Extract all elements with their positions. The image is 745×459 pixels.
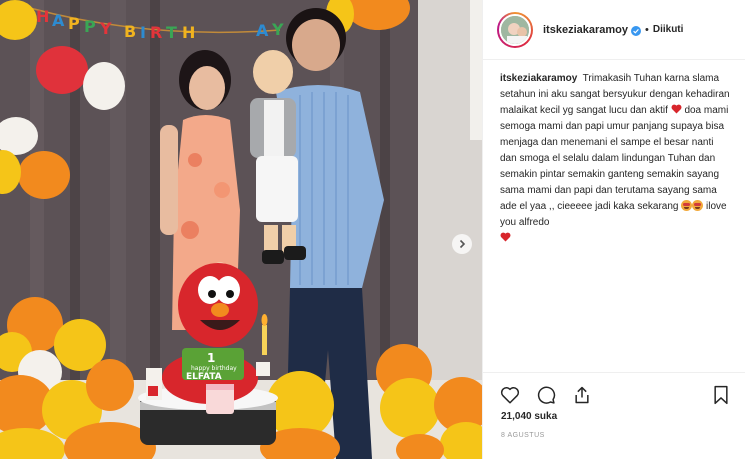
banner-letter: H [182, 23, 195, 42]
banner-letter: B [124, 22, 136, 41]
comment-button[interactable] [535, 384, 557, 406]
grinning-emoji-icon [681, 200, 693, 211]
instagram-post-modal: H A P P Y B I R T H A Y 1 happy birthday… [0, 0, 745, 459]
avatar-image [499, 13, 531, 46]
banner-letter: P [68, 14, 80, 33]
save-button[interactable] [710, 384, 732, 406]
red-heart-emoji-icon [671, 104, 682, 114]
verified-badge-icon [631, 25, 641, 36]
chevron-right-icon [459, 239, 466, 249]
cake-name-label: ELFATA [186, 372, 222, 382]
banner-letter: H [36, 7, 49, 26]
action-icons-row [483, 373, 745, 409]
post-caption: itskeziakaramoy Trimakasih Tuhan karna s… [483, 60, 745, 360]
grinning-emoji-icon [692, 200, 704, 211]
banner-letter: A [52, 11, 65, 30]
next-photo-button[interactable] [452, 234, 472, 254]
comment-icon [537, 386, 556, 404]
post-header: itskeziakaramoy • Diikuti [483, 0, 745, 60]
cake-number-label: 1 [207, 351, 215, 365]
banner-letter: P [84, 17, 96, 36]
caption-text-part2: doa mami semoga mami dan papi umur panja… [500, 105, 729, 212]
cake-message-label: happy birthday [191, 365, 237, 372]
caption-username-link[interactable]: itskeziakaramoy [500, 73, 577, 84]
separator-dot: • [645, 23, 649, 36]
share-icon [575, 386, 589, 404]
birthday-photo-illustration: H A P P Y B I R T H A Y 1 happy birthday… [0, 0, 482, 459]
post-sidebar: itskeziakaramoy • Diikuti itskeziakaramo… [482, 0, 745, 459]
avatar-photo-icon [501, 15, 529, 44]
red-heart-emoji-icon [500, 232, 511, 242]
username-link[interactable]: itskeziakaramoy [543, 24, 628, 36]
post-actions: 21,040 suka 8 AGUSTUS [483, 372, 745, 459]
banner-letter: T [166, 23, 177, 42]
banner-letter: Y [99, 19, 112, 38]
like-button[interactable] [499, 384, 521, 406]
heart-icon [500, 387, 520, 404]
post-date[interactable]: 8 AGUSTUS [483, 422, 745, 439]
bookmark-icon [714, 385, 728, 405]
following-button[interactable]: Diikuti [653, 24, 684, 35]
post-photo[interactable]: H A P P Y B I R T H A Y 1 happy birthday… [0, 0, 482, 459]
banner-letter: A [256, 21, 269, 40]
share-button[interactable] [571, 384, 593, 406]
banner-letter: R [150, 23, 162, 42]
banner-letter: I [140, 23, 146, 42]
banner-letter: Y [271, 20, 284, 39]
like-count[interactable]: 21,040 suka [483, 409, 745, 422]
avatar[interactable] [497, 11, 533, 48]
